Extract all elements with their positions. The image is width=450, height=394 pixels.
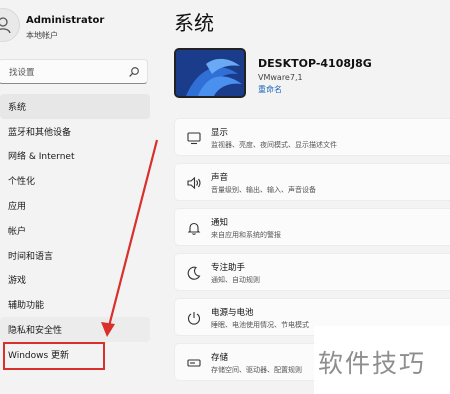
storage-icon <box>187 359 201 367</box>
setting-display[interactable]: 显示 监视器、亮度、夜间模式、显示描述文件 <box>174 118 450 156</box>
windows-update-highlight <box>3 342 105 370</box>
sidebar-item-personalization[interactable]: 个性化 <box>0 168 150 193</box>
sidebar-nav: 系统 蓝牙和其他设备 网络 & Internet 个性化 应用 帐户 时间和语言… <box>0 94 150 367</box>
setting-subtitle: 来自应用和系统的警报 <box>211 231 281 239</box>
watermark-text: 软件技巧 <box>318 349 427 378</box>
setting-sound[interactable]: 声音 音量级别、输出、输入、声音设备 <box>174 163 450 201</box>
rename-link[interactable]: 重命名 <box>258 84 282 95</box>
setting-subtitle: 睡眠、电池使用情况、节电模式 <box>211 321 309 329</box>
sidebar: Administrator 本地帐户 找设置 系统 蓝牙和其他设备 网络 & I… <box>0 0 158 394</box>
sidebar-item-privacy[interactable]: 隐私和安全性 <box>0 317 150 342</box>
sidebar-item-time-language[interactable]: 时间和语言 <box>0 243 150 268</box>
sidebar-item-accessibility[interactable]: 辅助功能 <box>0 292 150 317</box>
power-icon <box>187 312 201 325</box>
search-placeholder: 找设置 <box>9 67 35 78</box>
search-icon[interactable] <box>128 66 140 78</box>
bell-icon <box>187 222 201 235</box>
sidebar-item-system[interactable]: 系统 <box>0 94 150 119</box>
setting-subtitle: 音量级别、输出、输入、声音设备 <box>211 186 316 194</box>
user-icon <box>0 17 11 34</box>
wallpaper-bloom-image <box>176 50 244 96</box>
sidebar-item-gaming[interactable]: 游戏 <box>0 268 150 293</box>
setting-title: 通知 <box>211 218 229 228</box>
sidebar-item-network[interactable]: 网络 & Internet <box>0 144 150 169</box>
speaker-icon <box>187 176 201 190</box>
sidebar-item-apps[interactable]: 应用 <box>0 193 150 218</box>
user-name: Administrator <box>26 15 105 26</box>
setting-title: 存储 <box>211 353 229 363</box>
device-wallpaper <box>174 48 246 98</box>
search-input[interactable]: 找设置 <box>0 59 148 84</box>
sidebar-item-bluetooth[interactable]: 蓝牙和其他设备 <box>0 119 150 144</box>
monitor-icon <box>187 132 201 145</box>
setting-subtitle: 监视器、亮度、夜间模式、显示描述文件 <box>211 141 337 149</box>
setting-title: 专注助手 <box>211 263 246 273</box>
moon-icon <box>187 266 201 280</box>
setting-subtitle: 存储空间、驱动器、配置规则 <box>211 366 302 374</box>
setting-title: 电源与电池 <box>211 308 254 318</box>
setting-notifications[interactable]: 通知 来自应用和系统的警报 <box>174 208 450 246</box>
page-title: 系统 <box>174 11 214 35</box>
setting-subtitle: 通知、自动规则 <box>211 276 260 284</box>
account-type: 本地帐户 <box>26 31 58 40</box>
device-model: VMware7,1 <box>258 73 303 82</box>
avatar[interactable] <box>0 8 20 42</box>
setting-focus-assist[interactable]: 专注助手 通知、自动规则 <box>174 253 450 291</box>
setting-title: 声音 <box>211 173 229 183</box>
setting-title: 显示 <box>211 128 229 138</box>
sidebar-item-accounts[interactable]: 帐户 <box>0 218 150 243</box>
device-name: DESKTOP-4108J8G <box>258 57 372 70</box>
